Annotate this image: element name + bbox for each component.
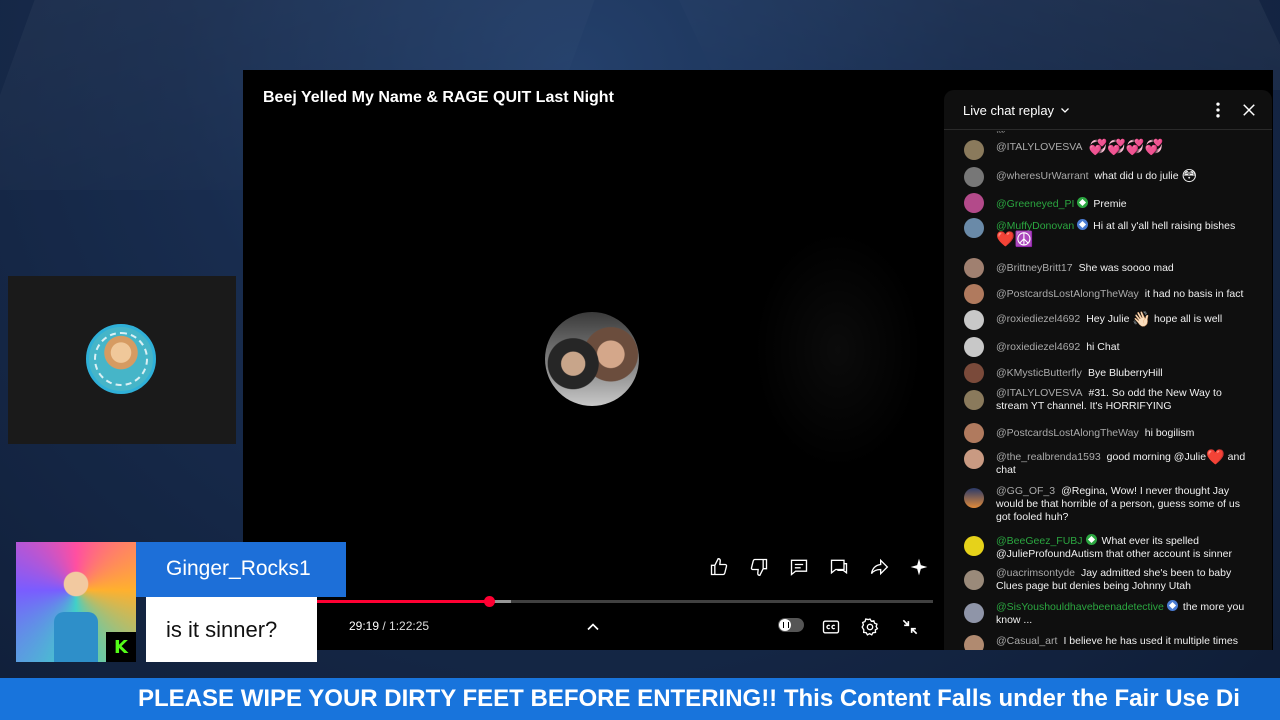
chat-text: Premie [1093,198,1127,210]
emoji: ❤️☮️ [996,231,1034,248]
emoji: ❤️ [1206,449,1225,466]
autoplay-toggle[interactable] [778,618,804,632]
comment-text: is it sinner? [166,617,278,642]
close-icon[interactable] [1240,101,1258,119]
chat-text: what did u do julie [1094,170,1179,182]
chat-author: @PostcardsLostAlongTheWay [996,288,1139,300]
avatar [964,258,984,278]
chat-author: @SisYoushouldhavebeenadetective [996,601,1164,613]
avatar [964,488,984,508]
avatar [964,536,984,556]
commenter-name-box: Ginger_Rocks1 [136,542,346,597]
chat-text: Hey Julie [1086,313,1130,325]
more-options-icon[interactable] [1208,100,1228,120]
member-badge-icon [1085,534,1097,545]
share-icon[interactable] [868,556,890,578]
sparkle-icon[interactable] [908,556,930,578]
moderator-badge-icon [1077,219,1089,230]
chevron-down-icon[interactable] [1059,104,1071,116]
news-ticker: PLEASE WIPE YOUR DIRTY FEET BEFORE ENTER… [0,678,1280,720]
chat-text: hi bogilism [1144,427,1195,439]
chat-author: @wheresUrWarrant [996,170,1089,182]
member-badge-icon [1077,197,1089,208]
chat-author: @PostcardsLostAlongTheWay [996,427,1139,439]
avatar [964,284,984,304]
chat-message-list[interactable]: @ ~~~ ~~~~~ ~~ ~~~~ @ITALYLOVESVA 💞💞💞💞 @w… [944,131,1272,650]
chat-text: Bye BluberryHill [1087,367,1163,379]
chat-text: Hi at all y'all hell raising bishes [1093,220,1236,232]
avatar [964,635,984,650]
light-glow [753,230,923,470]
chat-icon[interactable] [828,556,850,578]
chat-author: @ITALYLOVESVA [996,141,1083,153]
time-display: 29:19 / 1:22:25 [349,619,430,633]
chat-title[interactable]: Live chat replay [963,103,1054,118]
avatar [964,218,984,238]
thumbs-up-icon[interactable] [708,556,730,578]
avatar [964,570,984,590]
action-bar [708,556,930,578]
moderator-badge-icon [1166,600,1178,611]
chat-header: Live chat replay [944,90,1272,130]
current-time: 29:19 [349,619,380,633]
chat-text: She was soooo mad [1078,262,1174,274]
video-title[interactable]: Beej Yelled My Name & RAGE QUIT Last Nig… [263,89,614,107]
emoji: 😳 [1181,168,1198,185]
chat-author: @Greeneyed_PI [996,198,1075,210]
avatar [964,363,984,383]
gear-icon[interactable] [859,616,881,638]
chat-text: it had no basis in fact [1144,288,1244,300]
comment-icon[interactable] [788,556,810,578]
pause-toggle-icon [779,619,791,631]
cc-icon[interactable] [820,616,842,638]
avatar [964,167,984,187]
chat-author: @GG_OF_3 [996,485,1056,497]
emoji: 💞💞💞💞 [1088,139,1164,156]
clipped-message: @ ~~~ ~~~~~ ~~ ~~~~ [996,131,1156,133]
avatar [964,310,984,330]
chat-text: hi Chat [1086,341,1120,353]
chat-text: hope all is well [1153,313,1223,325]
commenter-name: Ginger_Rocks1 [166,557,311,580]
chat-author: @uacrimsontyde [996,567,1075,579]
thumbs-down-icon[interactable] [748,556,770,578]
comment-box: is it sinner? [146,597,317,662]
channel-avatar [545,312,639,406]
avatar [964,193,984,213]
streamer-avatar [86,324,156,394]
chat-author: @BrittneyBritt17 [996,262,1073,274]
chat-author: @KMysticButterfly [996,367,1082,379]
kick-logo-icon: K [106,632,136,662]
avatar [964,449,984,469]
chat-author: @the_realbrenda1593 [996,451,1101,463]
avatar [964,423,984,443]
exit-fullscreen-icon[interactable] [899,616,921,638]
avatar [964,140,984,160]
ticker-text: PLEASE WIPE YOUR DIRTY FEET BEFORE ENTER… [138,685,1240,712]
duration: 1:22:25 [389,619,430,633]
avatar [964,603,984,623]
chat-author: @roxiediezel4692 [996,313,1081,325]
chevron-up-icon[interactable] [582,616,604,638]
live-chat-panel: Live chat replay @ ~~~ ~~~~~ ~~ ~~~~ @IT… [944,90,1272,650]
chat-text: I believe he has used it multiple times [1063,635,1238,647]
emoji: 👋🏻 [1132,311,1152,328]
chat-author: @BeeGeez_FUBJ [996,535,1083,547]
avatar [964,390,984,410]
chat-text: good morning @Julie [1106,451,1207,463]
scrubber-handle[interactable] [483,596,495,607]
chat-author: @Casual_art [996,635,1058,647]
chat-author: @roxiediezel4692 [996,341,1081,353]
chat-author: @ITALYLOVESVA [996,387,1083,399]
progress-bar[interactable] [243,596,933,607]
avatar [964,337,984,357]
